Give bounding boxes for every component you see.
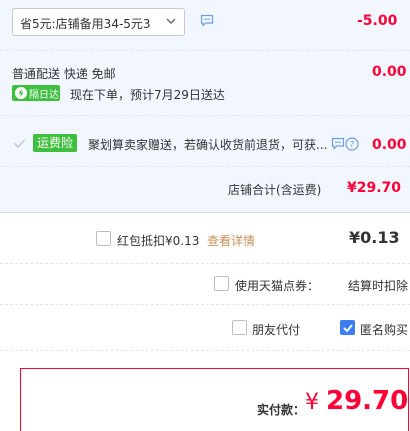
anonymous-checkbox[interactable]	[340, 320, 355, 335]
divider	[0, 304, 410, 305]
next-day-badge: 隔日达	[12, 85, 60, 101]
divider	[0, 350, 410, 351]
tmall-points-label: 使用天猫点券：	[235, 279, 320, 293]
insurance-badge: 运费险	[33, 134, 78, 152]
payment-summary-box: 实付款： ¥ 29.70	[20, 368, 409, 431]
divider	[0, 166, 410, 167]
checkmark-icon	[343, 324, 353, 333]
divider	[0, 115, 410, 116]
discount-select[interactable]: 省5元:店铺备用34-5元3	[12, 8, 185, 36]
store-total-amount: ¥29.70	[347, 180, 402, 196]
divider	[0, 212, 410, 213]
red-packet-amount: ¥0.13	[349, 228, 400, 247]
payment-currency: ¥	[305, 390, 319, 415]
tmall-points-checkbox[interactable]	[214, 276, 229, 291]
friend-pay-checkbox[interactable]	[232, 320, 247, 335]
store-total-label: 店铺合计(含运费)	[228, 183, 322, 197]
red-packet-label: 红包抵扣¥0.13	[117, 234, 200, 248]
friend-pay-label: 朋友代付	[252, 323, 301, 337]
tmall-points-note: 结算时扣除	[348, 279, 409, 293]
view-details-link[interactable]: 查看详情	[207, 232, 255, 249]
divider	[0, 50, 410, 51]
payment-amount: 29.70	[326, 386, 409, 416]
svg-text:?: ?	[350, 140, 355, 150]
shipping-amount: 0.00	[372, 64, 407, 80]
insurance-amount: 0.00	[372, 137, 407, 153]
chevron-down-icon	[166, 18, 176, 24]
checkmark-icon[interactable]	[13, 138, 26, 149]
divider	[0, 263, 410, 264]
delivery-estimate: 现在下单，预计7月29日送达	[70, 88, 225, 102]
red-packet-checkbox[interactable]	[96, 231, 111, 246]
discount-select-value: 省5元:店铺备用34-5元3	[20, 17, 151, 31]
payment-label: 实付款：	[257, 403, 306, 417]
shipping-methods: 普通配送 快递 免邮	[12, 67, 116, 81]
help-icon[interactable]: ?	[345, 137, 359, 151]
lightning-icon	[15, 87, 27, 99]
next-day-badge-label: 隔日达	[29, 90, 59, 101]
message-icon[interactable]	[200, 14, 214, 27]
discount-amount: -5.00	[357, 13, 398, 29]
message-icon[interactable]	[331, 137, 345, 150]
anonymous-label: 匿名购买	[360, 323, 409, 337]
insurance-description: 聚划算卖家赠送，若确认收货前退货，可获...	[88, 138, 328, 152]
